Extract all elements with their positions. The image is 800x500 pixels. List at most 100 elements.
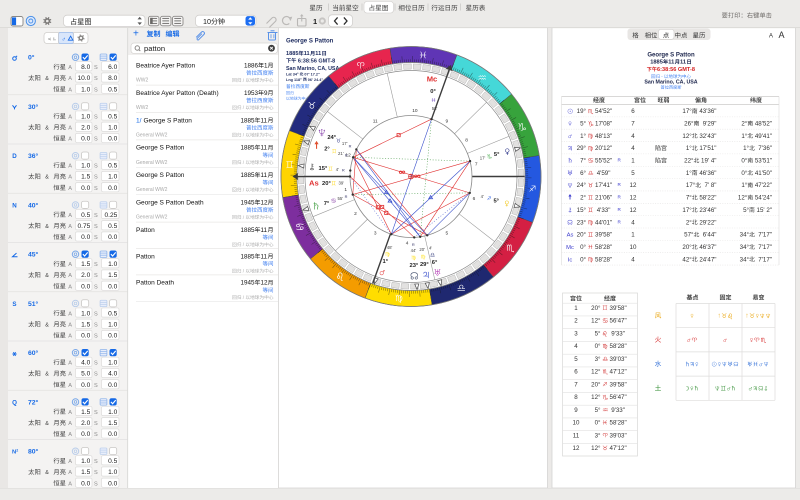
svg-text:/: / <box>241 215 245 220</box>
svg-text:9'33": 9'33" <box>610 330 625 337</box>
svg-text:Beatrice Ayer Patton: Beatrice Ayer Patton <box>136 63 196 70</box>
svg-text:7'17": 7'17" <box>755 244 772 251</box>
svg-text:2.0: 2.0 <box>81 420 90 427</box>
svg-text:1.0: 1.0 <box>81 310 90 317</box>
svg-text:Mc: Mc <box>427 75 438 84</box>
svg-text:9: 9 <box>264 90 268 97</box>
svg-text:8: 8 <box>574 394 578 401</box>
svg-text:General WW2: General WW2 <box>136 187 168 193</box>
svg-text:1885: 1885 <box>240 227 255 234</box>
svg-text:12: 12 <box>573 445 580 452</box>
svg-text:A: A <box>68 421 72 427</box>
svg-text:S: S <box>94 76 98 82</box>
svg-text:1/: 1/ <box>136 117 142 124</box>
svg-text:1885: 1885 <box>286 51 298 57</box>
svg-text:Patton: Patton <box>136 253 155 260</box>
svg-text:&: & <box>41 273 54 279</box>
svg-text:15°: 15° <box>319 166 328 172</box>
svg-text:S: S <box>94 137 98 143</box>
svg-text:5°: 5° <box>595 330 601 337</box>
svg-text:A: A <box>68 432 72 438</box>
svg-text:S: S <box>94 361 98 367</box>
svg-text:72°: 72° <box>28 398 39 406</box>
svg-text:♃: ♃ <box>47 37 52 43</box>
svg-text:/: / <box>241 242 245 247</box>
svg-text:06' 24.4": 06' 24.4" <box>307 78 324 82</box>
svg-text:/: / <box>241 187 245 192</box>
svg-text:11: 11 <box>373 118 378 124</box>
svg-text:Ic: Ic <box>568 257 573 263</box>
svg-text:41'50": 41'50" <box>753 170 772 177</box>
svg-text:/: / <box>241 105 245 110</box>
svg-text:7: 7 <box>574 381 578 388</box>
svg-text:32'43": 32'43" <box>698 133 717 140</box>
svg-text:2.0: 2.0 <box>81 272 90 279</box>
svg-text:San Marino, CA, USA: San Marino, CA, USA <box>644 80 697 86</box>
svg-text:Patton Death: Patton Death <box>136 280 174 287</box>
svg-text:12°: 12° <box>591 369 601 376</box>
svg-text:8.0: 8.0 <box>108 75 117 82</box>
svg-text:A: A <box>68 334 72 340</box>
svg-text:17'41": 17'41" <box>595 182 612 189</box>
svg-text:1.5: 1.5 <box>81 174 90 181</box>
svg-text:3°: 3° <box>595 432 601 439</box>
svg-text:34°: 34° <box>740 244 750 251</box>
svg-text:1.5: 1.5 <box>81 321 90 328</box>
svg-text:20°: 20° <box>682 244 692 251</box>
svg-text:4': 4' <box>336 167 339 172</box>
svg-text:9: 9 <box>445 118 448 124</box>
svg-text:39'03": 39'03" <box>610 356 627 363</box>
svg-text:10: 10 <box>630 244 637 251</box>
svg-text:6'44": 6'44" <box>699 232 716 239</box>
svg-text:1.0: 1.0 <box>108 409 117 416</box>
svg-text:11: 11 <box>315 51 321 57</box>
svg-text:N: N <box>12 202 17 209</box>
svg-text:A: A <box>68 76 72 82</box>
svg-text:0°: 0° <box>28 54 35 62</box>
svg-text:1: 1 <box>631 158 635 165</box>
svg-text:A: A <box>68 383 72 389</box>
svg-text:11: 11 <box>260 145 267 152</box>
svg-text:29°: 29° <box>420 262 429 268</box>
svg-text:24'47": 24'47" <box>698 256 717 263</box>
svg-text:29°: 29° <box>577 145 587 152</box>
svg-text:1: 1 <box>574 305 578 312</box>
svg-text:8: 8 <box>465 138 468 144</box>
svg-text:3: 3 <box>574 330 578 337</box>
svg-text:S: S <box>94 432 98 438</box>
svg-text:Lng 118°: Lng 118° <box>286 78 303 82</box>
svg-text:80°: 80° <box>28 448 39 456</box>
svg-text:10: 10 <box>412 108 418 114</box>
svg-text:1885: 1885 <box>240 117 255 124</box>
svg-text:10.0: 10.0 <box>77 75 90 82</box>
svg-text:0.5: 0.5 <box>108 223 117 230</box>
svg-text:51°: 51° <box>28 300 39 308</box>
svg-text:R: R <box>349 144 352 149</box>
svg-text:R: R <box>342 167 345 172</box>
svg-text:22°: 22° <box>684 158 694 165</box>
svg-text:/: / <box>241 295 245 300</box>
svg-text:3°: 3° <box>595 356 601 363</box>
svg-text:1.5: 1.5 <box>81 409 90 416</box>
svg-text:A: A <box>68 175 72 181</box>
svg-text:General WW2: General WW2 <box>136 160 168 166</box>
svg-text:patton: patton <box>144 44 165 53</box>
svg-text:A: A <box>68 459 72 465</box>
svg-text:0.0: 0.0 <box>81 333 90 340</box>
svg-text:1.0: 1.0 <box>108 124 117 131</box>
svg-text:29'22": 29'22" <box>698 219 717 226</box>
svg-text:WW2: WW2 <box>136 105 148 111</box>
svg-text:39': 39' <box>339 181 345 186</box>
svg-text:D: D <box>12 153 17 160</box>
svg-text:12°: 12° <box>682 133 692 140</box>
svg-text:11: 11 <box>260 253 267 260</box>
svg-text:&: & <box>41 421 54 427</box>
svg-text:4.0: 4.0 <box>81 360 90 367</box>
svg-text:42°: 42° <box>682 256 692 263</box>
svg-text:2°: 2° <box>324 147 330 153</box>
svg-text:11: 11 <box>304 51 310 57</box>
svg-text:Q: Q <box>12 399 17 406</box>
svg-text:1.0: 1.0 <box>108 261 117 268</box>
svg-text:0.0: 0.0 <box>81 480 90 487</box>
svg-text:S: S <box>94 164 98 170</box>
